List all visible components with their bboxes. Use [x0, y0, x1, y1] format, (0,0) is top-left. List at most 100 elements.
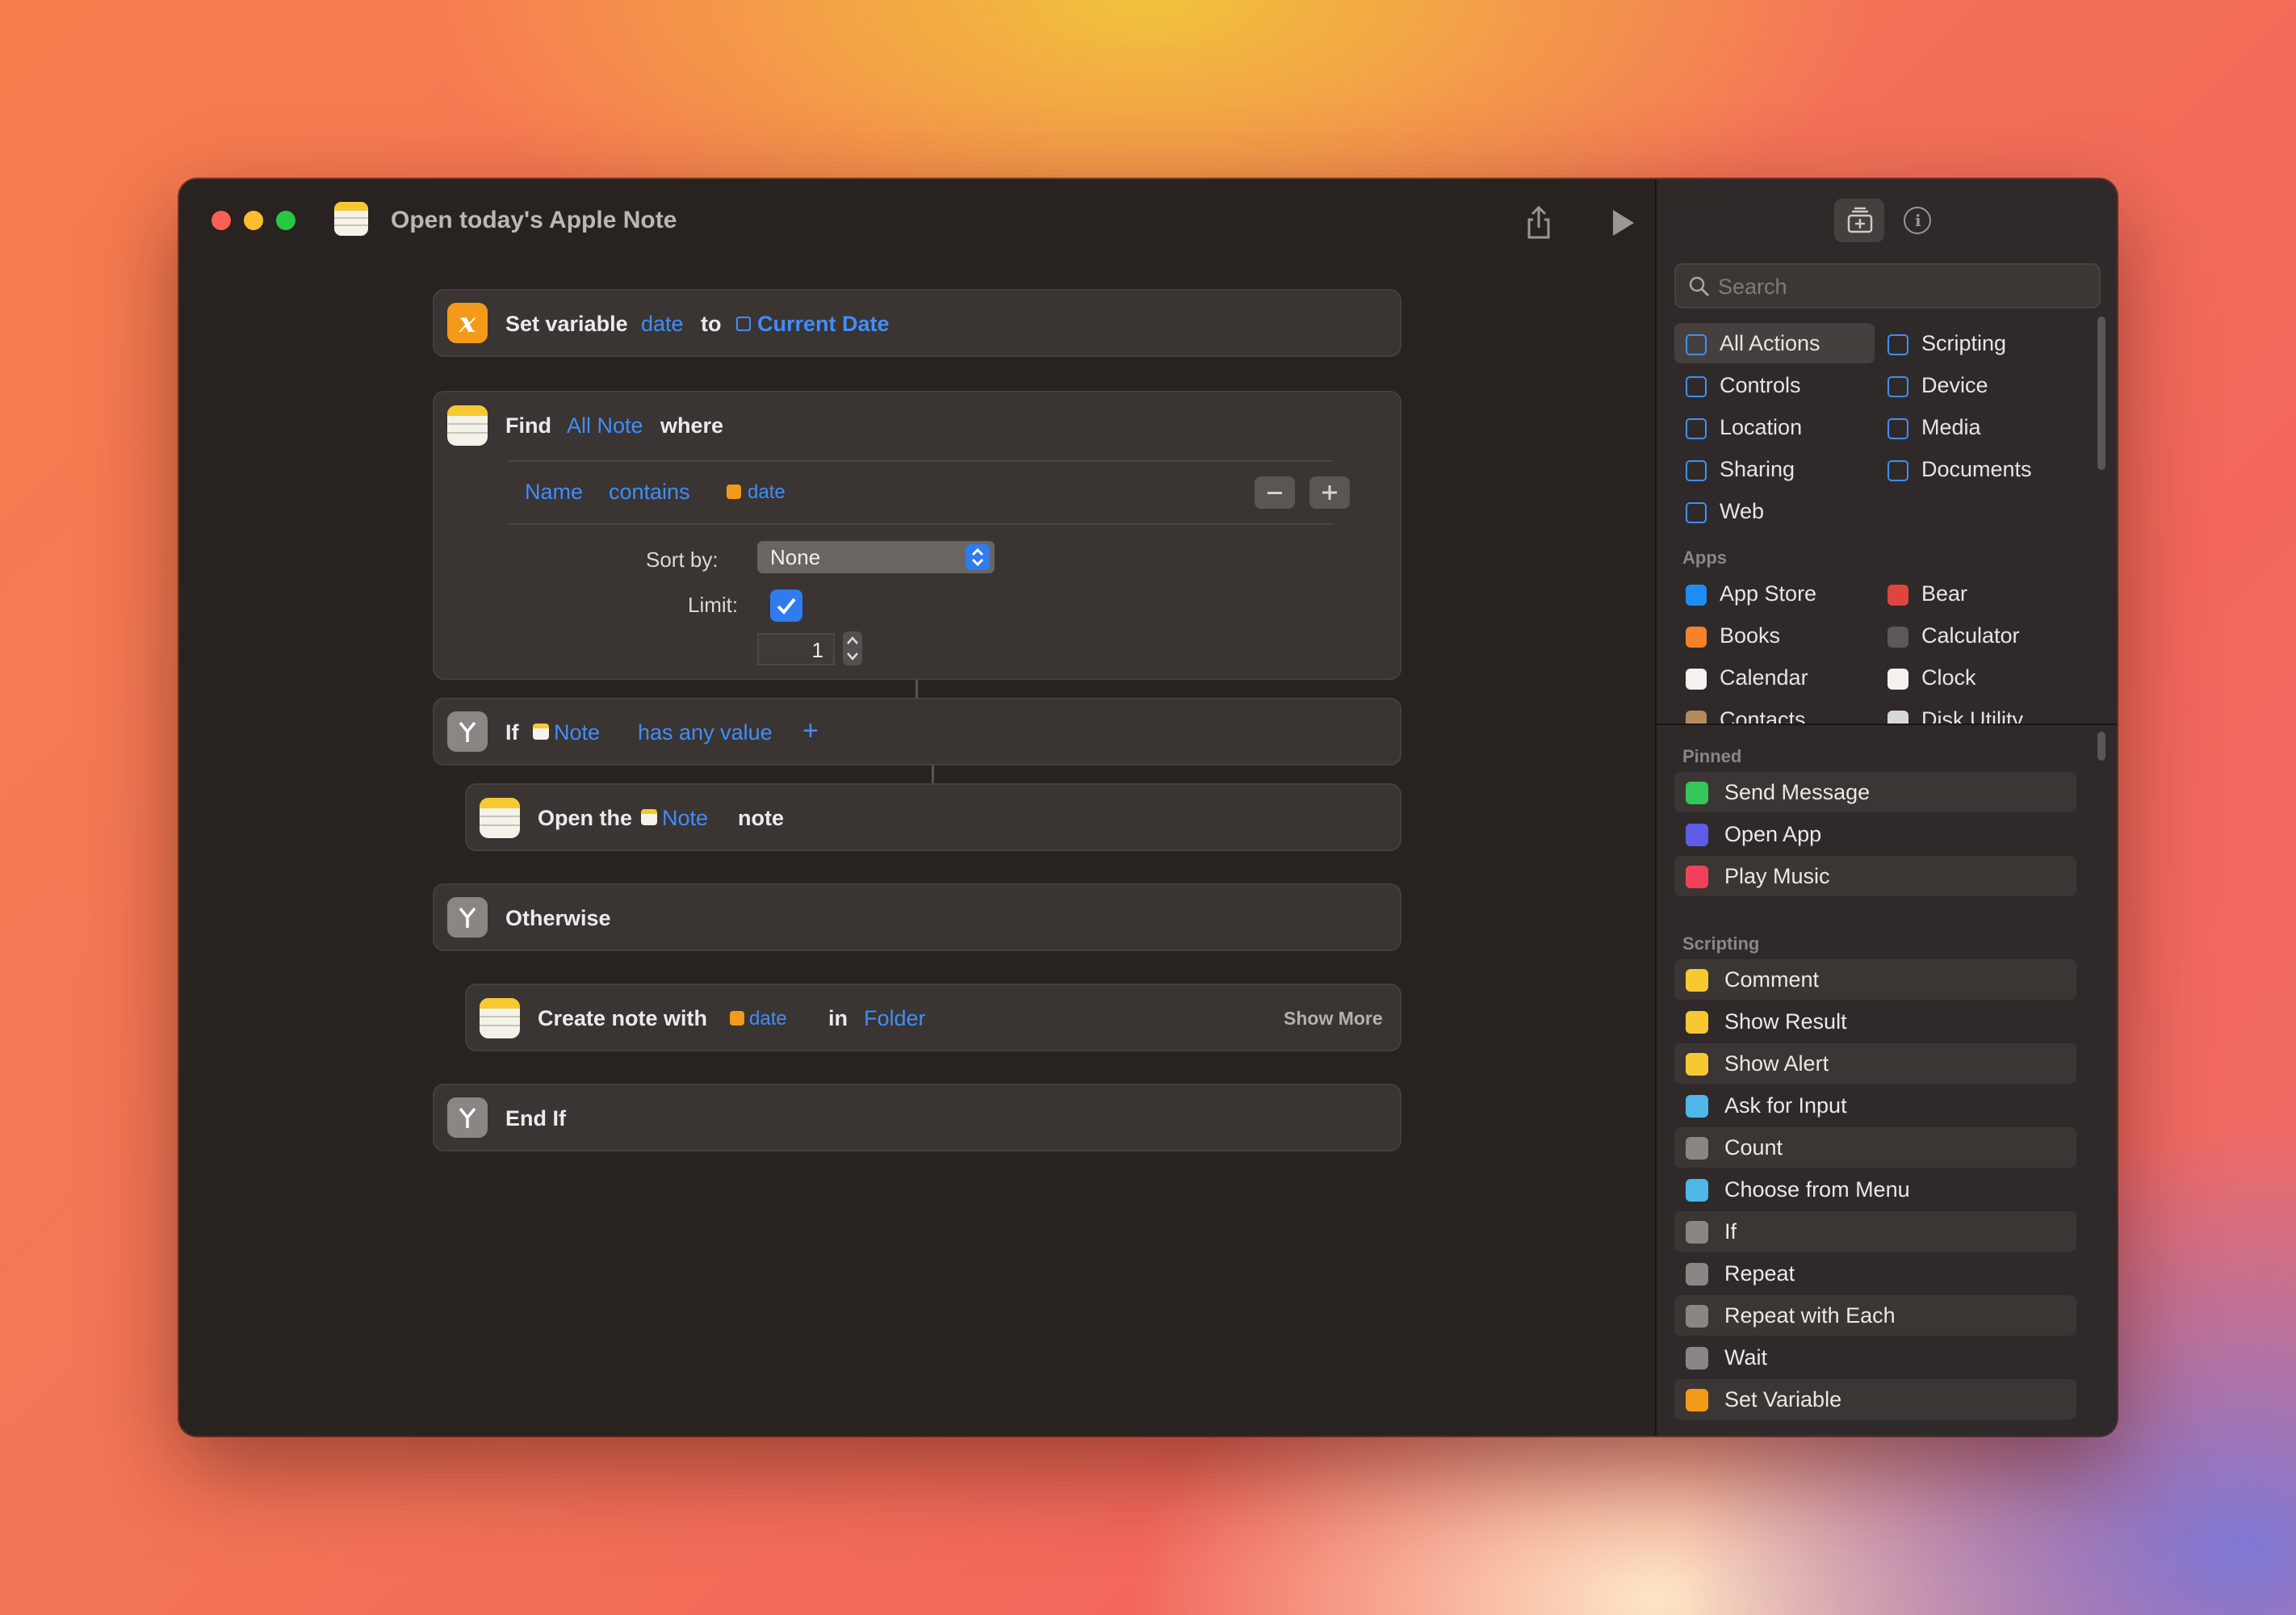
- chevron-updown-icon: [966, 544, 990, 570]
- show-result-icon: [1686, 1011, 1708, 1034]
- note-token[interactable]: Note: [662, 806, 708, 831]
- where-label: where: [660, 413, 724, 438]
- minus-icon: [1267, 492, 1282, 494]
- stepper-arrows-icon: [847, 636, 858, 661]
- action-library-sidebar: i Search All Actions Scripting Controls Dev…: [1655, 179, 2117, 1436]
- action-label: Find: [505, 413, 551, 438]
- filter-operator-token[interactable]: contains: [609, 480, 690, 505]
- window-title: Open today's Apple Note: [391, 207, 677, 233]
- variable-name-token[interactable]: date: [641, 312, 684, 337]
- show-more-button[interactable]: Show More: [1284, 1008, 1383, 1030]
- divider: [507, 460, 1334, 462]
- limit-label: Limit:: [688, 593, 739, 617]
- play-icon: [1613, 210, 1634, 236]
- action-row-wait[interactable]: Wait: [1674, 1337, 2076, 1378]
- action-row-set-variable[interactable]: Set Variable: [1674, 1379, 2076, 1420]
- action-row-repeat-with-each[interactable]: Repeat with Each: [1674, 1295, 2076, 1336]
- action-open-note[interactable]: Open the Note note: [465, 783, 1401, 851]
- zoom-window-button[interactable]: [276, 211, 295, 230]
- action-row-label: Show Alert: [1724, 1051, 1829, 1076]
- action-end-if[interactable]: End If: [433, 1084, 1401, 1151]
- close-window-button[interactable]: [212, 211, 231, 230]
- filter-field-token[interactable]: Name: [525, 480, 583, 505]
- sort-by-value: None: [770, 545, 821, 569]
- minimize-window-button[interactable]: [244, 211, 263, 230]
- checkmark-icon: [777, 598, 796, 615]
- action-if[interactable]: If Note has any value +: [433, 698, 1401, 766]
- add-filter-button[interactable]: [1309, 476, 1350, 509]
- notes-icon: [533, 724, 549, 740]
- filter-value-token[interactable]: date: [748, 481, 786, 504]
- variable-icon: x: [447, 303, 488, 343]
- notes-app-icon: [334, 202, 368, 236]
- action-row-show-alert[interactable]: Show Alert: [1674, 1043, 2076, 1084]
- note-suffix-label: note: [738, 806, 784, 830]
- notes-icon: [480, 798, 520, 838]
- action-set-variable[interactable]: x Set variable date to Current Date: [433, 289, 1401, 357]
- if-branch-icon: [447, 897, 488, 938]
- share-button[interactable]: [1523, 205, 1555, 241]
- action-row-label: Comment: [1724, 967, 1820, 992]
- input-icon: [1686, 1095, 1708, 1118]
- limit-count-field[interactable]: 1: [757, 633, 835, 665]
- otherwise-label: Otherwise: [505, 906, 611, 930]
- limit-checkbox[interactable]: [770, 589, 802, 622]
- action-row-if[interactable]: If: [1674, 1211, 2076, 1252]
- comment-icon: [1686, 969, 1708, 992]
- sigma-icon: [1686, 1137, 1708, 1160]
- action-otherwise[interactable]: Otherwise: [433, 883, 1401, 951]
- repeat-each-icon: [1686, 1305, 1708, 1328]
- repeat-icon: [1686, 1263, 1708, 1286]
- action-label: Set variable: [505, 312, 628, 336]
- share-icon: [1527, 205, 1550, 239]
- add-condition-button[interactable]: +: [802, 715, 819, 747]
- connector-line: [915, 680, 918, 698]
- action-label: Create note with: [538, 1006, 708, 1030]
- action-create-note[interactable]: Create note with date in Folder Show Mor…: [465, 984, 1401, 1051]
- action-row-ask-for-input[interactable]: Ask for Input: [1674, 1085, 2076, 1126]
- action-row-repeat[interactable]: Repeat: [1674, 1253, 2076, 1294]
- action-label: Open the: [538, 806, 633, 830]
- find-scope-token[interactable]: All Note: [567, 413, 643, 438]
- to-label: to: [701, 312, 722, 336]
- action-row-label: Repeat: [1724, 1261, 1795, 1286]
- action-row-label: Set Variable: [1724, 1387, 1842, 1412]
- limit-stepper[interactable]: [843, 631, 862, 665]
- variable-icon: [1686, 1389, 1708, 1412]
- calendar-icon: [736, 317, 751, 331]
- shortcuts-window: Open today's Apple Note x Set variable d…: [179, 179, 2117, 1436]
- sort-by-label: Sort by:: [646, 547, 719, 572]
- variable-icon: [730, 1011, 744, 1026]
- action-row-label: Choose from Menu: [1724, 1177, 1910, 1202]
- if-condition-token[interactable]: has any value: [638, 720, 773, 745]
- action-row-label: If: [1724, 1219, 1737, 1244]
- limit-count-value: 1: [811, 638, 823, 662]
- action-row-label: Count: [1724, 1135, 1783, 1160]
- divider: [507, 523, 1334, 525]
- notes-icon: [447, 405, 488, 446]
- action-row-show-result[interactable]: Show Result: [1674, 1001, 2076, 1042]
- shortcut-editor: Open today's Apple Note x Set variable d…: [179, 179, 1655, 1436]
- action-find-notes[interactable]: Find All Note where Name contains date S…: [433, 391, 1401, 680]
- folder-token[interactable]: Folder: [864, 1006, 926, 1031]
- current-date-token[interactable]: Current Date: [757, 312, 890, 337]
- action-row-label: Show Result: [1724, 1009, 1847, 1034]
- if-label: If: [505, 720, 519, 745]
- notes-icon: [641, 809, 657, 825]
- plus-icon: [1322, 485, 1337, 500]
- end-if-label: End If: [505, 1106, 566, 1130]
- action-row-choose-from-menu[interactable]: Choose from Menu: [1674, 1169, 2076, 1210]
- sort-by-select[interactable]: None: [757, 541, 995, 573]
- remove-filter-button[interactable]: [1255, 476, 1295, 509]
- connector-line: [932, 766, 934, 783]
- if-subject-token[interactable]: Note: [554, 720, 600, 745]
- in-label: in: [828, 1006, 848, 1030]
- date-token[interactable]: date: [749, 1008, 787, 1030]
- action-row-count[interactable]: Count: [1674, 1127, 2076, 1168]
- notes-icon: [480, 998, 520, 1038]
- run-button[interactable]: [1610, 208, 1636, 237]
- menu-icon: [1686, 1179, 1708, 1202]
- action-row-comment[interactable]: Comment: [1674, 959, 2076, 1000]
- variable-icon: [727, 484, 741, 499]
- wait-icon: [1686, 1347, 1708, 1370]
